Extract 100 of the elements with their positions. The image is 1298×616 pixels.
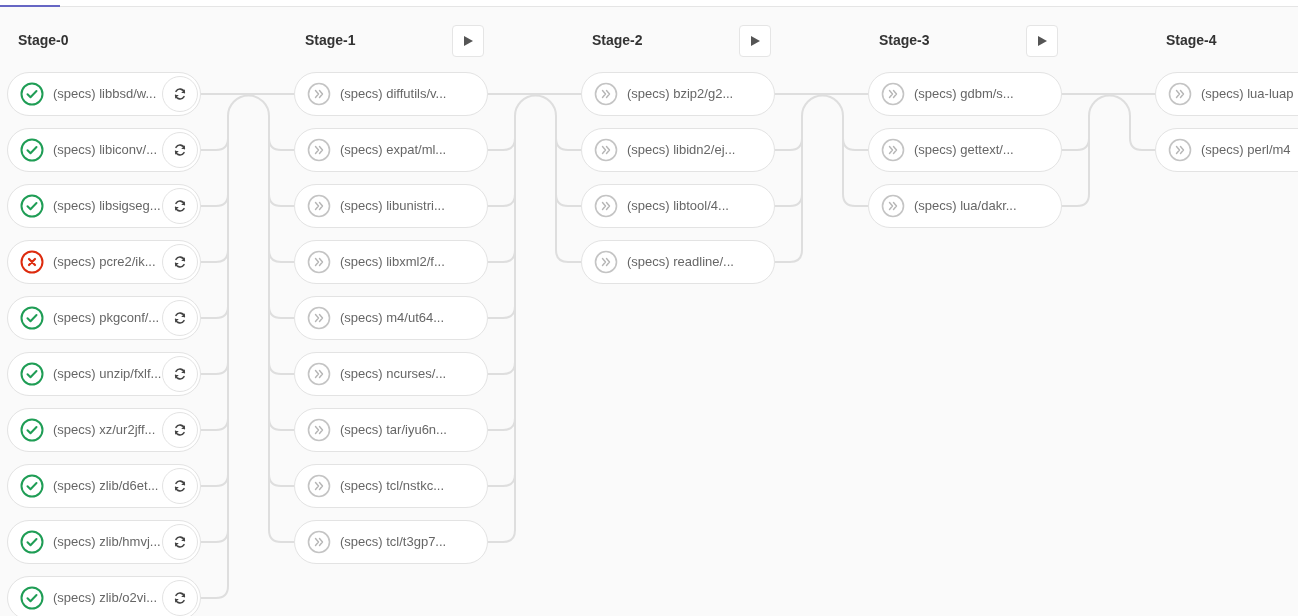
double-chevron-icon (594, 194, 618, 218)
play-icon (750, 35, 760, 46)
success-check-icon (20, 194, 44, 218)
refresh-icon (173, 423, 187, 437)
stage-title: Stage-2 (592, 31, 643, 50)
double-chevron-icon (1168, 82, 1192, 106)
job-name: (specs) pkgconf/... (53, 309, 160, 328)
retry-button[interactable] (162, 300, 198, 336)
job-name: (specs) lua-luap (1201, 85, 1294, 104)
retry-button[interactable] (162, 76, 198, 112)
job-name: (specs) m4/ut64... (340, 309, 445, 328)
double-chevron-icon (594, 82, 618, 106)
job-name: (specs) libidn2/ej... (627, 141, 736, 160)
refresh-icon (173, 367, 187, 381)
double-chevron-icon (881, 194, 905, 218)
double-chevron-icon (307, 474, 331, 498)
retry-button[interactable] (162, 412, 198, 448)
job-pill[interactable]: (specs) tcl/nstkc... (294, 464, 488, 508)
success-check-icon (20, 306, 44, 330)
job-name: (specs) libtool/4... (627, 197, 729, 216)
job-name: (specs) perl/m4 (1201, 141, 1291, 160)
job-pill[interactable]: (specs) libbsd/w... (7, 72, 201, 116)
job-pill[interactable]: (specs) xz/ur2jff... (7, 408, 201, 452)
job-pill[interactable]: (specs) bzip2/g2... (581, 72, 775, 116)
double-chevron-icon (594, 250, 618, 274)
job-pill[interactable]: (specs) expat/ml... (294, 128, 488, 172)
success-check-icon (20, 418, 44, 442)
play-icon (463, 35, 473, 46)
job-pill[interactable]: (specs) libxml2/f... (294, 240, 488, 284)
refresh-icon (173, 199, 187, 213)
refresh-icon (173, 87, 187, 101)
double-chevron-icon (307, 194, 331, 218)
play-button[interactable] (1026, 24, 1058, 57)
job-pill[interactable]: (specs) readline/... (581, 240, 775, 284)
double-chevron-icon (1168, 138, 1192, 162)
job-name: (specs) readline/... (627, 253, 734, 272)
success-check-icon (20, 586, 44, 610)
job-pill[interactable]: (specs) libunistri... (294, 184, 488, 228)
job-name: (specs) ncurses/... (340, 365, 447, 384)
job-pill[interactable]: (specs) libiconv/... (7, 128, 201, 172)
double-chevron-icon (307, 530, 331, 554)
job-pill[interactable]: (specs) libtool/4... (581, 184, 775, 228)
retry-button[interactable] (162, 468, 198, 504)
retry-button[interactable] (162, 244, 198, 280)
job-pill[interactable]: (specs) pcre2/ik... (7, 240, 201, 284)
job-name: (specs) xz/ur2jff... (53, 421, 156, 440)
stage-title: Stage-1 (305, 31, 356, 50)
job-pill[interactable]: (specs) diffutils/v... (294, 72, 488, 116)
double-chevron-icon (881, 138, 905, 162)
double-chevron-icon (307, 250, 331, 274)
tab-indicator (0, 5, 60, 7)
job-pill[interactable]: (specs) unzip/fxlf... (7, 352, 201, 396)
job-pill[interactable]: (specs) perl/m4 (1155, 128, 1298, 172)
stage-title: Stage-3 (879, 31, 930, 50)
retry-button[interactable] (162, 132, 198, 168)
job-pill[interactable]: (specs) ncurses/... (294, 352, 488, 396)
refresh-icon (173, 591, 187, 605)
job-name: (specs) zlib/hmvj... (53, 533, 161, 552)
double-chevron-icon (307, 306, 331, 330)
retry-button[interactable] (162, 188, 198, 224)
job-pill[interactable]: (specs) gdbm/s... (868, 72, 1062, 116)
job-name: (specs) pcre2/ik... (53, 253, 156, 272)
job-name: (specs) libsigseg... (53, 197, 161, 216)
job-name: (specs) libunistri... (340, 197, 445, 216)
success-check-icon (20, 138, 44, 162)
double-chevron-icon (594, 138, 618, 162)
job-pill[interactable]: (specs) tar/iyu6n... (294, 408, 488, 452)
job-pill[interactable]: (specs) lua/dakr... (868, 184, 1062, 228)
play-button[interactable] (739, 24, 771, 57)
job-pill[interactable]: (specs) tcl/t3gp7... (294, 520, 488, 564)
double-chevron-icon (307, 138, 331, 162)
job-pill[interactable]: (specs) m4/ut64... (294, 296, 488, 340)
job-pill[interactable]: (specs) libidn2/ej... (581, 128, 775, 172)
retry-button[interactable] (162, 580, 198, 616)
job-name: (specs) tar/iyu6n... (340, 421, 447, 440)
refresh-icon (173, 479, 187, 493)
job-name: (specs) unzip/fxlf... (53, 365, 162, 384)
job-name: (specs) zlib/d6et... (53, 477, 159, 496)
job-name: (specs) gdbm/s... (914, 85, 1014, 104)
job-name: (specs) tcl/nstkc... (340, 477, 445, 496)
job-name: (specs) libbsd/w... (53, 85, 157, 104)
job-pill[interactable]: (specs) zlib/d6et... (7, 464, 201, 508)
success-check-icon (20, 474, 44, 498)
job-pill[interactable]: (specs) zlib/hmvj... (7, 520, 201, 564)
job-pill[interactable]: (specs) gettext/... (868, 128, 1062, 172)
stage-title: Stage-0 (18, 31, 69, 50)
job-pill[interactable]: (specs) lua-luap (1155, 72, 1298, 116)
retry-button[interactable] (162, 524, 198, 560)
job-pill[interactable]: (specs) zlib/o2vi... (7, 576, 201, 616)
job-pill[interactable]: (specs) libsigseg... (7, 184, 201, 228)
success-check-icon (20, 82, 44, 106)
refresh-icon (173, 535, 187, 549)
retry-button[interactable] (162, 356, 198, 392)
play-icon (1037, 35, 1047, 46)
play-button[interactable] (452, 24, 484, 57)
job-name: (specs) diffutils/v... (340, 85, 447, 104)
job-pill[interactable]: (specs) pkgconf/... (7, 296, 201, 340)
stage-title: Stage-4 (1166, 31, 1217, 50)
refresh-icon (173, 311, 187, 325)
job-name: (specs) zlib/o2vi... (53, 589, 158, 608)
